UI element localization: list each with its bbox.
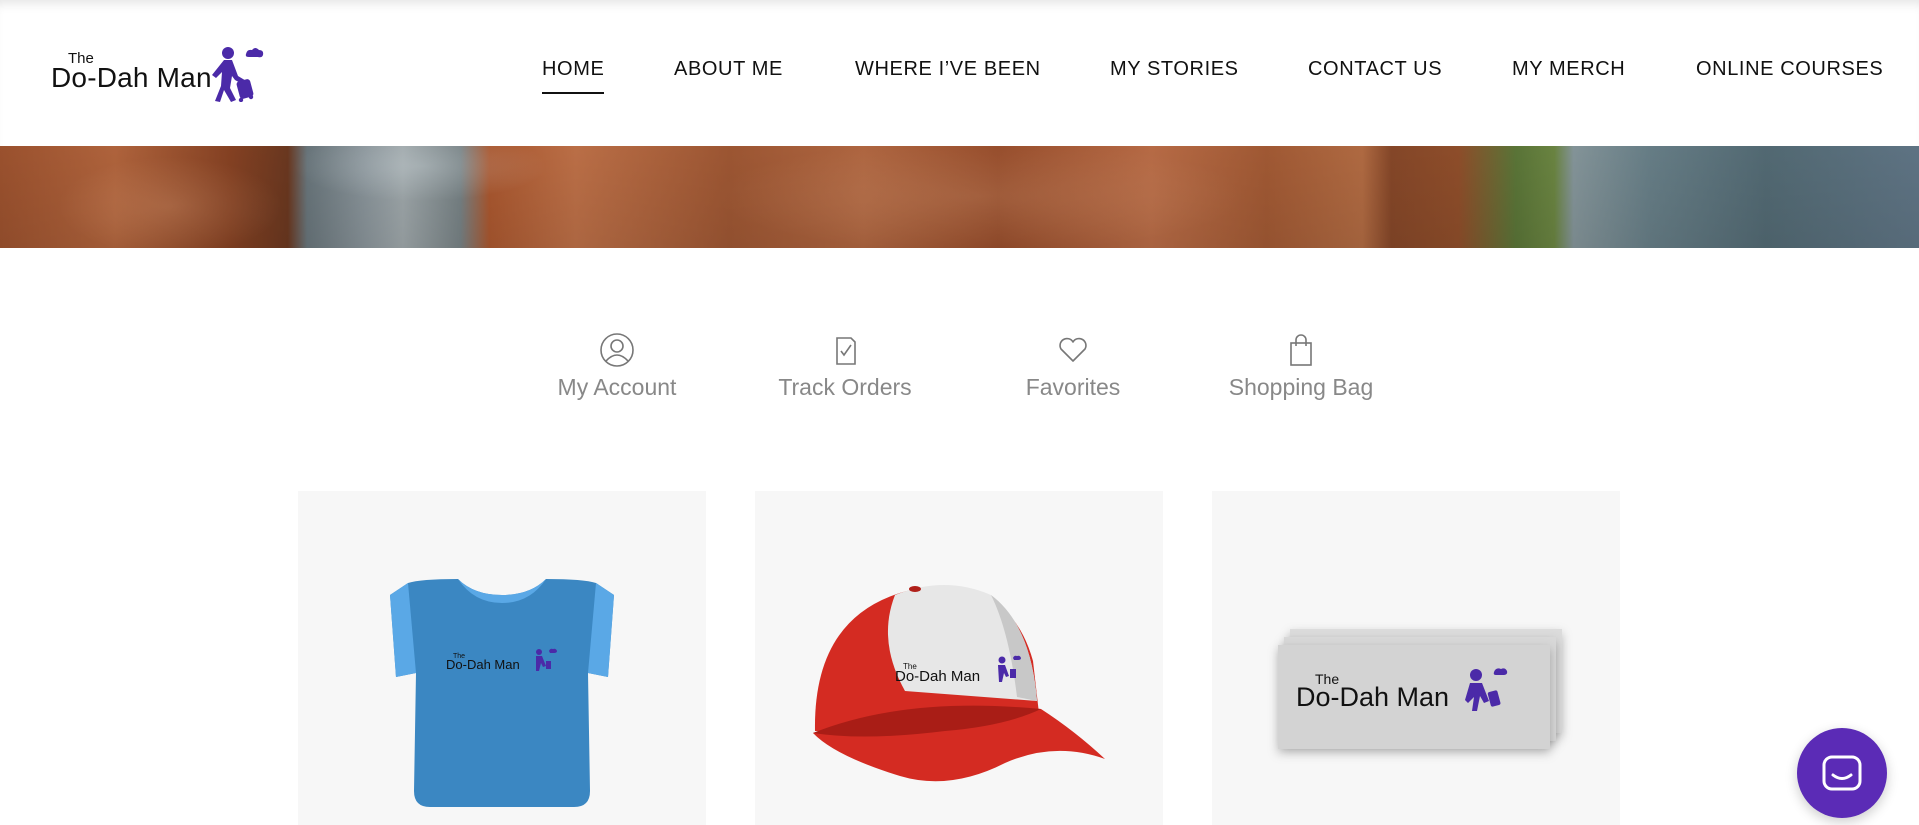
svg-text:Do-Dah Man: Do-Dah Man — [895, 668, 980, 685]
chat-button[interactable] — [1797, 728, 1887, 818]
my-account-link[interactable]: My Account — [532, 330, 702, 410]
nav-home[interactable]: HOME — [542, 58, 605, 94]
track-orders-link[interactable]: Track Orders — [760, 330, 930, 410]
nav-online-courses[interactable]: ONLINE COURSES — [1696, 58, 1883, 81]
product-card-tshirt[interactable]: The Do-Dah Man — [298, 491, 706, 825]
nav-my-merch[interactable]: MY MERCH — [1512, 58, 1625, 81]
my-account-label: My Account — [557, 374, 677, 400]
nav-about-me[interactable]: ABOUT ME — [674, 58, 783, 81]
site-header: The Do-Dah Man HOME ABOUT ME WHERE I’VE … — [0, 0, 1919, 146]
main-nav: HOME ABOUT ME WHERE I’VE BEEN MY STORIES… — [0, 58, 1919, 98]
shopping-bag-label: Shopping Bag — [1228, 374, 1374, 400]
favorites-label: Favorites — [1025, 374, 1121, 400]
hero-banner-image — [0, 146, 1919, 248]
user-icon — [600, 333, 634, 367]
svg-text:Do-Dah Man: Do-Dah Man — [1296, 682, 1449, 712]
nav-my-stories[interactable]: MY STORIES — [1110, 58, 1239, 81]
tshirt-image: The Do-Dah Man — [390, 579, 614, 807]
shopping-bag-link[interactable]: Shopping Bag — [1216, 330, 1386, 410]
heart-icon — [1059, 337, 1087, 362]
favorites-link[interactable]: Favorites — [988, 330, 1158, 410]
shopping-bag-icon — [1290, 334, 1312, 366]
track-orders-label: Track Orders — [778, 374, 912, 400]
chat-icon — [1822, 755, 1862, 791]
nav-where-ive-been[interactable]: WHERE I’VE BEEN — [855, 58, 1041, 81]
cap-image: The Do-Dah Man — [813, 585, 1105, 782]
svg-text:Do-Dah Man: Do-Dah Man — [446, 657, 520, 672]
clipboard-check-icon — [836, 337, 856, 365]
product-card-cap[interactable]: The Do-Dah Man — [755, 491, 1163, 825]
nav-contact-us[interactable]: CONTACT US — [1308, 58, 1442, 81]
sticker-image: The Do-Dah Man — [1278, 629, 1562, 749]
product-card-sticker[interactable]: The Do-Dah Man — [1212, 491, 1620, 825]
